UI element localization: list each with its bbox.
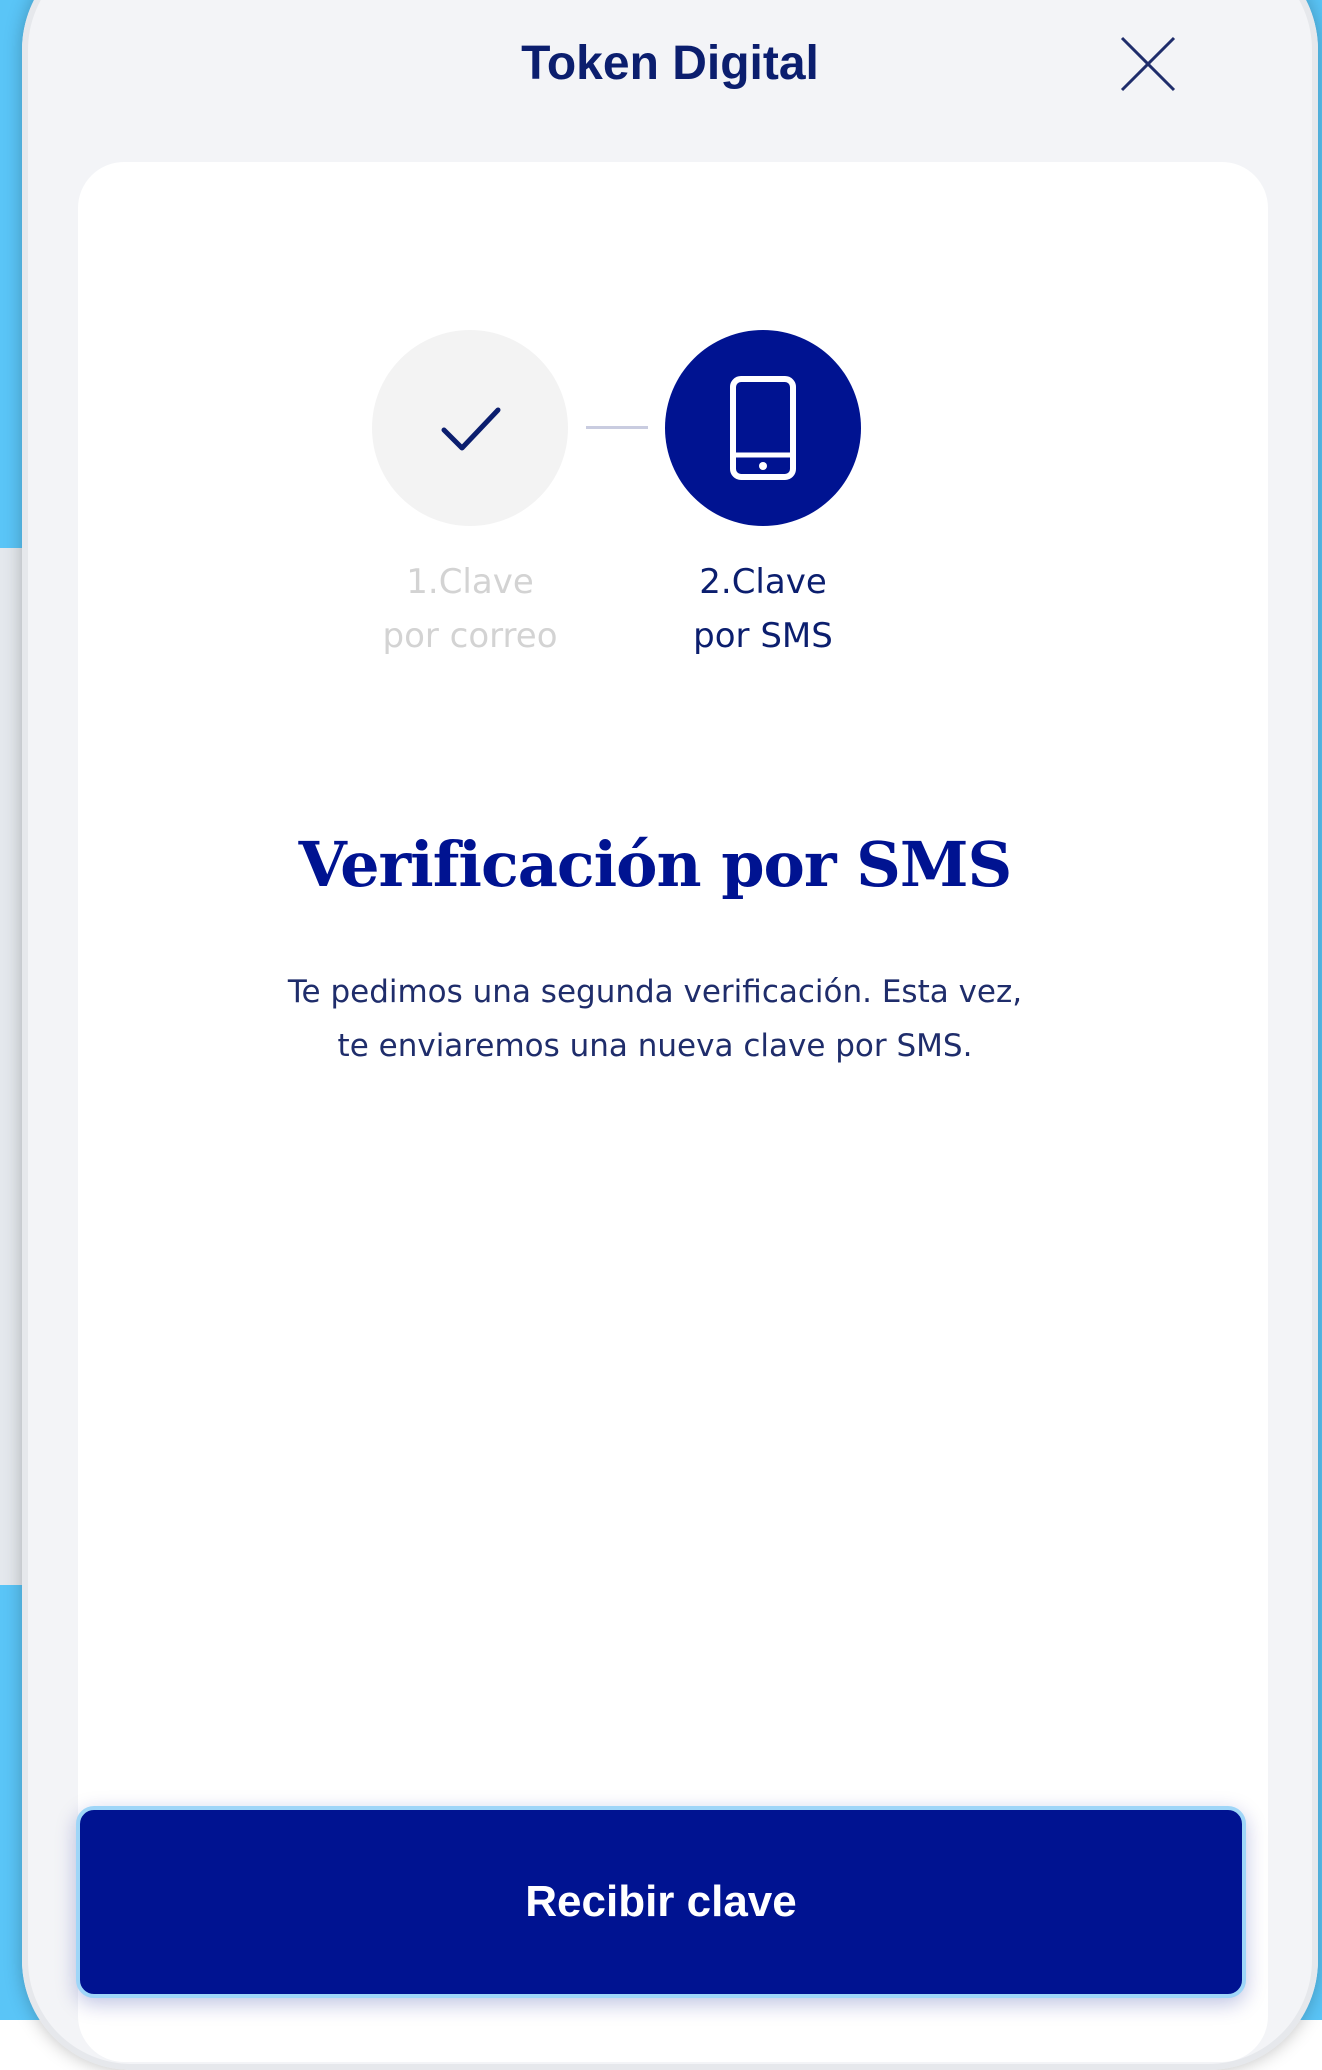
description-line-1: Te pedimos una segunda verificación. Est… xyxy=(287,974,1023,1010)
phone-frame: Token Digital 1.Clave por correo 2.Clave… xyxy=(22,0,1318,2070)
receive-key-button[interactable]: Recibir clave xyxy=(76,1806,1246,1998)
header: Token Digital xyxy=(22,0,1318,105)
step-2-label-line1: 2.Clave xyxy=(699,562,827,602)
step-1-label: 1.Clave por correo xyxy=(340,555,600,663)
step-1-label-line2: por correo xyxy=(382,616,558,656)
step-1-label-line1: 1.Clave xyxy=(406,562,534,602)
checkmark-icon xyxy=(441,407,501,451)
step-2-label-line2: por SMS xyxy=(693,616,833,656)
close-button[interactable] xyxy=(1114,30,1182,98)
mobile-phone-icon xyxy=(730,376,796,480)
description-line-2: te enviaremos una nueva clave por SMS. xyxy=(337,1028,973,1064)
verification-description: Te pedimos una segunda verificación. Est… xyxy=(22,965,1288,1073)
step-2-indicator xyxy=(665,330,861,526)
close-icon xyxy=(1120,36,1176,92)
step-2-label: 2.Clave por SMS xyxy=(633,555,893,663)
step-1-indicator xyxy=(372,330,568,526)
step-connector xyxy=(586,426,648,429)
verification-title: Verificación por SMS xyxy=(298,828,1013,901)
